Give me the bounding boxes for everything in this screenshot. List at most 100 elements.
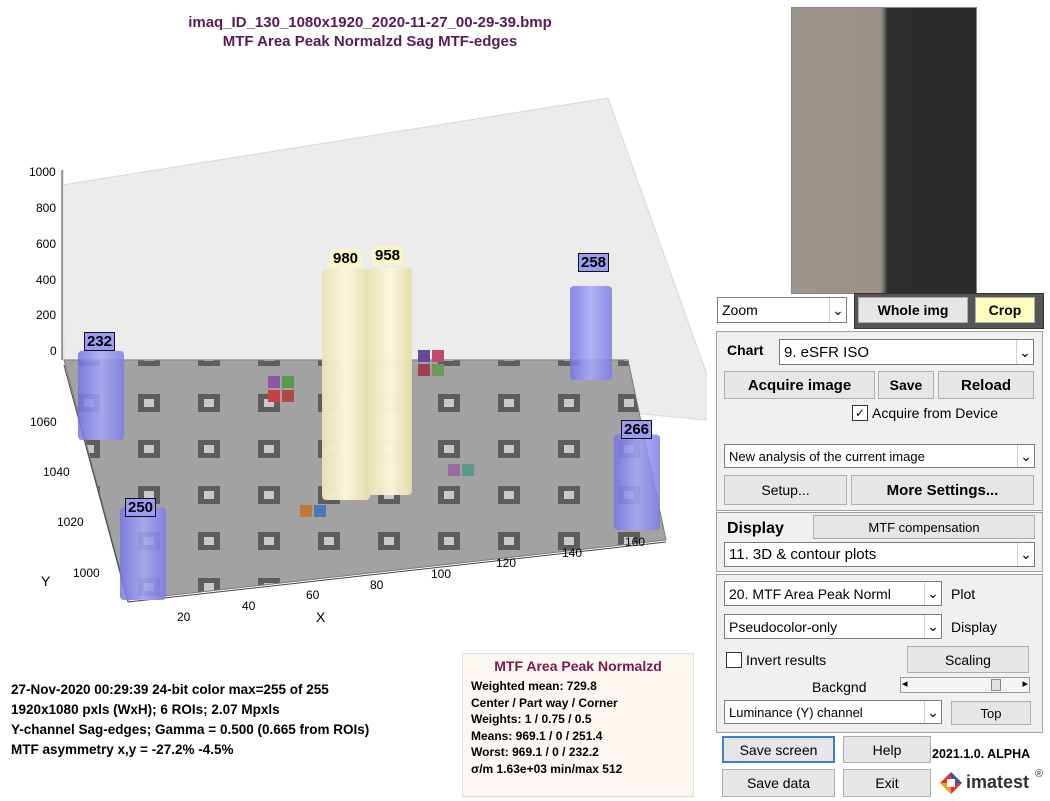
acquire-image-button[interactable]: Acquire image [724,371,875,399]
peak-label: 980 [330,249,362,268]
z-tick: 600 [36,237,56,251]
slider-thumb[interactable] [991,679,1002,691]
peak-label: 250 [125,498,157,517]
whole-img-button[interactable]: Whole img [858,297,968,323]
z-axis-ticks: 1000 800 600 400 200 0 [29,165,57,358]
chevron-down-icon: ⌄ [829,298,846,322]
registered-mark: ® [1035,768,1044,780]
peak-label: 258 [578,253,610,272]
peak-label: 266 [621,420,653,439]
y-tick: 1060 [30,415,57,429]
exit-button[interactable]: Exit [843,769,931,797]
x-axis-label: X [316,609,326,625]
scaling-button[interactable]: Scaling [907,646,1029,673]
invert-results-checkbox[interactable] [726,652,742,668]
z-tick: 1000 [29,165,56,179]
plot-subtitle: MTF Area Peak Normalzd Sag MTF-edges [222,33,518,50]
save-button[interactable]: Save [878,371,934,399]
chevron-down-icon: ⌄ [1017,543,1034,566]
x-tick: 140 [562,546,582,560]
x-tick: 20 [177,610,191,624]
y-tick: 1000 [73,566,100,580]
x-tick: 80 [370,578,384,592]
display2-select[interactable]: Pseudocolor-only ⌄ [724,614,942,639]
peak-bar [78,350,124,440]
display-label: Display [727,520,784,537]
stats-title: MTF Area Peak Normalzd [494,658,662,674]
zoom-select-value: Zoom [722,302,758,318]
info-line: 27-Nov-2020 00:29:39 24-bit color max=25… [11,682,329,697]
chevron-down-icon: ⌄ [924,615,941,638]
analysis-select[interactable]: New analysis of the current image ⌄ [724,444,1035,468]
save-data-button[interactable]: Save data [722,769,835,797]
chevron-down-icon: ⌄ [1017,445,1034,467]
z-tick: 200 [36,308,56,322]
stats-sigma: σ/m 1.63e+03 min/max 512 [471,761,623,776]
plot-title: imaq_ID_130_1080x1920_2020-11-27_00-29-3… [120,13,620,51]
x-tick: 60 [306,588,320,602]
invert-results-label: Invert results [746,652,827,668]
help-button[interactable]: Help [843,736,931,763]
image-filename: imaq_ID_130_1080x1920_2020-11-27_00-29-3… [188,14,552,31]
z-tick: 400 [36,273,56,287]
acquire-from-device-checkbox[interactable]: ✓ [852,405,868,421]
mtf-compensation-button[interactable]: MTF compensation [813,515,1035,539]
info-line: MTF asymmetry x,y = -27.2% -4.5% [11,742,234,757]
z-tick: 0 [50,344,57,358]
plot-label: Plot [951,586,976,602]
analysis-select-value: New analysis of the current image [729,448,925,464]
imatest-logo-text: imatest [966,772,1030,792]
save-screen-button[interactable]: Save screen [722,736,835,763]
stats-center-line: Center / Part way / Corner [471,695,618,710]
stats-weighted-mean: Weighted mean: 729.8 [471,679,597,693]
zoom-select[interactable]: Zoom ⌄ [717,297,847,323]
peak-bar [368,267,412,495]
peak-label: 958 [372,246,404,265]
stats-worst: Worst: 969.1 / 0 / 232.2 [471,745,599,759]
peak-bar [120,507,166,600]
y-tick: 1020 [57,515,84,529]
plot-select-value: 20. MTF Area Peak Norml [729,585,891,602]
peak-bar [322,268,370,500]
imatest-logo: imatest ® [938,768,1046,798]
mtf-3d-plot: 1000 800 600 400 200 0 1060 1040 1020 10… [29,97,707,625]
channel-select-value: Luminance (Y) channel [729,704,863,720]
stats-weights: Weights: 1 / 0.75 / 0.5 [471,712,592,726]
more-settings-button[interactable]: More Settings... [851,475,1034,505]
peak-label: 232 [84,332,116,351]
stats-box: MTF Area Peak Normalzd Weighted mean: 72… [462,653,694,797]
peak-bar [570,285,612,380]
stats-means: Means: 969.1 / 0 / 251.4 [471,728,603,743]
crop-button[interactable]: Crop [975,297,1035,323]
chevron-down-icon: ⌄ [1016,340,1033,364]
info-line: Y-channel Sag-edges; Gamma = 0.500 (0.66… [11,722,370,737]
channel-select[interactable]: Luminance (Y) channel ⌄ [724,700,942,724]
info-line: 1920x1080 pxls (WxH); 6 ROIs; 2.07 Mpxls [11,702,280,717]
backgnd-label: Backgnd [812,679,867,695]
chevron-right-icon[interactable]: ▸ [1022,677,1028,690]
acquire-from-device-label: Acquire from Device [872,405,999,421]
chart-label: Chart [727,342,764,358]
setup-button[interactable]: Setup... [724,475,847,505]
backgnd-slider[interactable]: ◂ ▸ [900,677,1030,693]
peak-bar [614,434,660,530]
chevron-left-icon[interactable]: ◂ [902,677,908,690]
y-tick: 1040 [43,465,70,479]
x-tick: 160 [625,535,645,549]
reload-button[interactable]: Reload [938,371,1034,399]
chart-select[interactable]: 9. eSFR ISO ⌄ [779,339,1034,365]
x-tick: 120 [496,556,516,570]
display2-label: Display [951,619,997,635]
top-button[interactable]: Top [951,701,1031,725]
z-tick: 800 [36,201,56,215]
x-tick: 100 [431,567,451,581]
image-thumbnail[interactable] [791,7,977,294]
display-select[interactable]: 11. 3D & contour plots ⌄ [724,542,1035,567]
x-tick: 40 [242,599,256,613]
display2-select-value: Pseudocolor-only [729,618,838,635]
y-axis-label: Y [41,573,51,589]
chevron-down-icon: ⌄ [924,701,941,723]
display-select-value: 11. 3D & contour plots [729,546,877,563]
version-text: 2021.1.0. ALPHA [932,747,1031,761]
plot-select[interactable]: 20. MTF Area Peak Norml ⌄ [724,581,942,606]
